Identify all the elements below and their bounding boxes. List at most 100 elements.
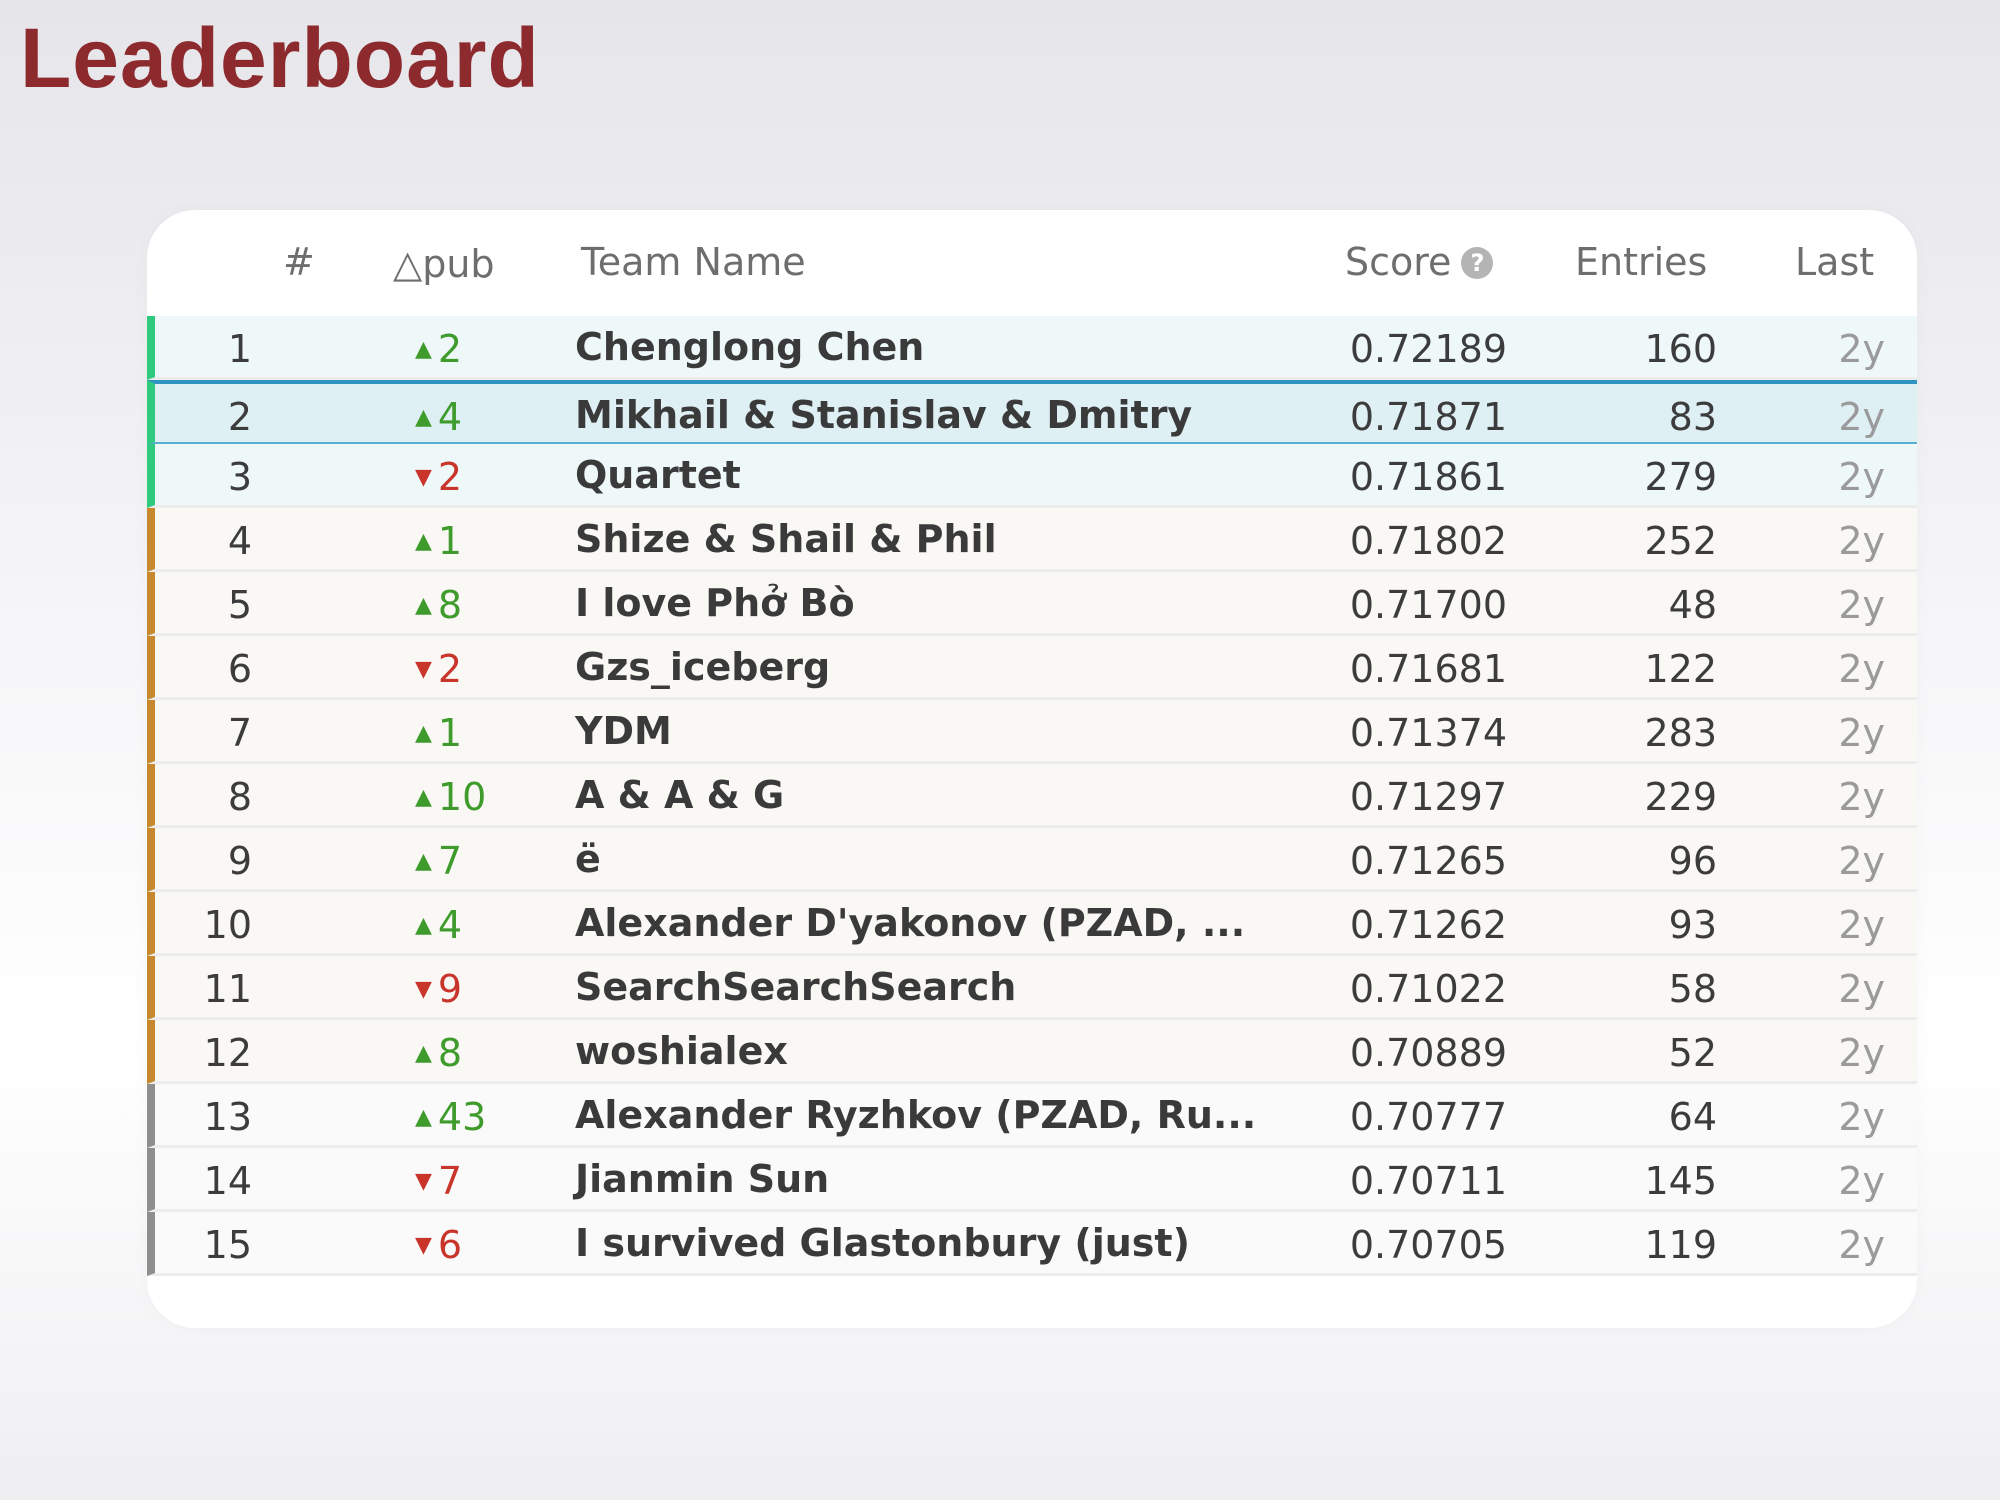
delta-value: 6	[437, 1223, 463, 1267]
entries-cell: 52	[1668, 1031, 1717, 1075]
entries-cell: 145	[1644, 1159, 1717, 1203]
delta-pub-cell: ▲ 4	[415, 903, 525, 947]
entries-cell: 48	[1668, 583, 1717, 627]
rank-cell: 2	[227, 395, 252, 439]
triangle-up-icon: ▲	[415, 785, 432, 810]
table-row[interactable]: 10 ▲ 4 Alexander D'yakonov (PZAD, ... 0.7126…	[147, 892, 1917, 956]
score-cell: 0.70705	[1349, 1223, 1507, 1267]
triangle-down-icon: ▼	[415, 657, 432, 682]
team-name-link[interactable]: Quartet	[575, 453, 741, 497]
delta-pub-cell: ▲ 1	[415, 519, 525, 563]
delta-pub-cell: ▲ 10	[415, 775, 525, 819]
team-name-link[interactable]: ë	[575, 837, 601, 881]
table-row[interactable]: 8 ▲ 10 A & A & G 0.71297 229 2y	[147, 764, 1917, 828]
help-icon[interactable]: ?	[1461, 247, 1494, 279]
delta-pub-cell: ▼ 2	[415, 455, 525, 499]
column-header-last[interactable]: Last	[1795, 240, 1874, 284]
table-body: 1 ▲ 2 Chenglong Chen 0.72189 160 2y 2 ▲ 4 Mikhail …	[147, 316, 1917, 1276]
score-cell: 0.71265	[1349, 839, 1507, 883]
table-row[interactable]: 15 ▼ 6 I survived Glastonbury (just) 0.70705…	[147, 1212, 1917, 1276]
triangle-up-icon: ▲	[415, 849, 432, 874]
score-cell: 0.71871	[1349, 395, 1507, 439]
team-name-link[interactable]: Mikhail & Stanislav & Dmitry	[575, 393, 1192, 437]
team-name-link[interactable]: I love Phở Bò	[575, 581, 855, 625]
team-name-link[interactable]: Alexander D'yakonov (PZAD, ...	[575, 901, 1245, 945]
triangle-up-icon: ▲	[415, 337, 432, 362]
team-name-link[interactable]: Shize & Shail & Phil	[575, 517, 997, 561]
table-row[interactable]: 1 ▲ 2 Chenglong Chen 0.72189 160 2y	[147, 316, 1917, 380]
rank-cell: 9	[227, 839, 252, 883]
last-cell: 2y	[1838, 647, 1885, 691]
table-row[interactable]: 12 ▲ 8 woshialex 0.70889 52 2y	[147, 1020, 1917, 1084]
column-header-rank[interactable]: #	[283, 240, 315, 284]
column-header-entries[interactable]: Entries	[1575, 240, 1707, 284]
delta-value: 2	[437, 327, 463, 371]
table-row[interactable]: 4 ▲ 1 Shize & Shail & Phil 0.71802 252 2y	[147, 508, 1917, 572]
entries-cell: 64	[1668, 1095, 1717, 1139]
team-name-link[interactable]: Alexander Ryzhkov (PZAD, Ru...	[575, 1093, 1256, 1137]
entries-cell: 93	[1668, 903, 1717, 947]
table-row[interactable]: 6 ▼ 2 Gzs_iceberg 0.71681 122 2y	[147, 636, 1917, 700]
team-name-link[interactable]: Jianmin Sun	[575, 1157, 829, 1201]
entries-cell: 122	[1644, 647, 1717, 691]
delta-pub-cell: ▼ 2	[415, 647, 525, 691]
rank-cell: 12	[203, 1031, 252, 1075]
triangle-down-icon: ▼	[415, 977, 432, 1002]
entries-cell: 96	[1668, 839, 1717, 883]
last-cell: 2y	[1838, 395, 1885, 439]
rank-cell: 3	[227, 455, 252, 499]
column-header-delta-pub[interactable]: △pub	[393, 242, 495, 286]
table-row[interactable]: 14 ▼ 7 Jianmin Sun 0.70711 145 2y	[147, 1148, 1917, 1212]
team-name-link[interactable]: Gzs_iceberg	[575, 645, 830, 689]
team-name-link[interactable]: YDM	[575, 709, 672, 753]
last-cell: 2y	[1838, 583, 1885, 627]
score-cell: 0.71374	[1349, 711, 1507, 755]
last-cell: 2y	[1838, 455, 1885, 499]
team-name-link[interactable]: Chenglong Chen	[575, 325, 924, 369]
delta-pub-cell: ▲ 4	[415, 395, 525, 439]
team-name-link[interactable]: A & A & G	[575, 773, 784, 817]
delta-value: 8	[437, 583, 463, 627]
last-cell: 2y	[1838, 839, 1885, 883]
team-name-link[interactable]: I survived Glastonbury (just)	[575, 1221, 1190, 1265]
table-row[interactable]: 11 ▼ 9 SearchSearchSearch 0.71022 58 2y	[147, 956, 1917, 1020]
delta-pub-cell: ▲ 1	[415, 711, 525, 755]
table-row[interactable]: 9 ▲ 7 ë 0.71265 96 2y	[147, 828, 1917, 892]
score-cell: 0.71861	[1349, 455, 1507, 499]
delta-value: 1	[437, 519, 463, 563]
table-row[interactable]: 5 ▲ 8 I love Phở Bò 0.71700 48 2y	[147, 572, 1917, 636]
rank-cell: 8	[227, 775, 252, 819]
score-cell: 0.71022	[1349, 967, 1507, 1011]
triangle-down-icon: ▼	[415, 1233, 432, 1258]
triangle-down-icon: ▼	[415, 465, 432, 490]
table-row[interactable]: 7 ▲ 1 YDM 0.71374 283 2y	[147, 700, 1917, 764]
score-cell: 0.71297	[1349, 775, 1507, 819]
rank-cell: 10	[203, 903, 252, 947]
triangle-up-icon: ▲	[415, 405, 432, 430]
score-cell: 0.71262	[1349, 903, 1507, 947]
team-name-link[interactable]: SearchSearchSearch	[575, 965, 1016, 1009]
delta-value: 4	[437, 395, 463, 439]
delta-value: 2	[437, 455, 463, 499]
team-name-link[interactable]: woshialex	[575, 1029, 788, 1073]
score-cell: 0.70777	[1349, 1095, 1507, 1139]
rank-cell: 11	[203, 967, 252, 1011]
table-row[interactable]: 2 ▲ 4 Mikhail & Stanislav & Dmitry 0.71871 83…	[147, 380, 1917, 444]
score-cell: 0.71681	[1349, 647, 1507, 691]
table-row[interactable]: 13 ▲ 43 Alexander Ryzhkov (PZAD, Ru... 0.707…	[147, 1084, 1917, 1148]
column-header-score[interactable]: Score?	[1345, 240, 1494, 284]
delta-pub-cell: ▲ 2	[415, 327, 525, 371]
leaderboard-table: # △pub Team Name Score? Entries Last 1 ▲ 2…	[147, 210, 1917, 1328]
rank-cell: 6	[227, 647, 252, 691]
score-cell: 0.70889	[1349, 1031, 1507, 1075]
score-cell: 0.71802	[1349, 519, 1507, 563]
delta-pub-cell: ▼ 6	[415, 1223, 525, 1267]
entries-cell: 229	[1644, 775, 1717, 819]
column-header-team-name[interactable]: Team Name	[581, 240, 806, 284]
delta-pub-cell: ▼ 7	[415, 1159, 525, 1203]
entries-cell: 119	[1644, 1223, 1717, 1267]
delta-value: 1	[437, 711, 463, 755]
table-row[interactable]: 3 ▼ 2 Quartet 0.71861 279 2y	[147, 444, 1917, 508]
last-cell: 2y	[1838, 1223, 1885, 1267]
last-cell: 2y	[1838, 711, 1885, 755]
